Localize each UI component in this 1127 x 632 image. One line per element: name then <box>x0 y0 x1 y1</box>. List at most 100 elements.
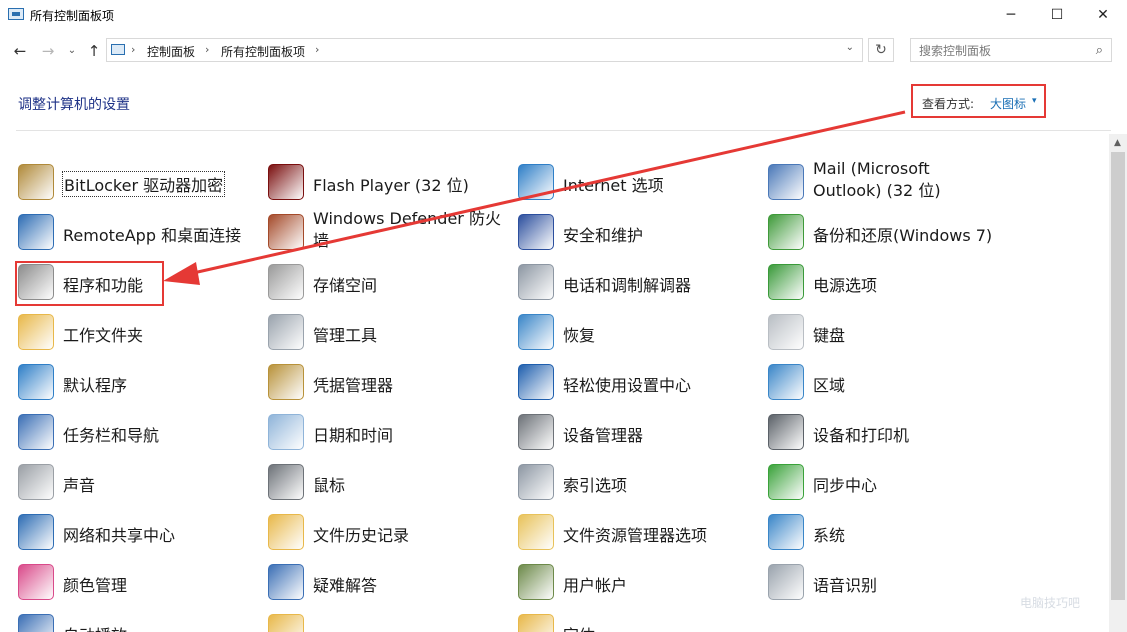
item-label: 文件资源管理器选项 <box>563 526 708 545</box>
breadcrumb-control-panel[interactable]: 控制面板 <box>147 43 195 60</box>
breadcrumb-all-items[interactable]: 所有控制面板项 <box>221 43 305 60</box>
control-panel-item[interactable]: 凭据管理器 <box>268 358 508 406</box>
item-label: 设备管理器 <box>563 426 644 445</box>
control-panel-item[interactable]: 文件历史记录 <box>268 508 508 556</box>
scrollbar-thumb[interactable] <box>1111 152 1125 600</box>
vertical-scrollbar[interactable]: ▲ <box>1109 134 1127 632</box>
control-panel-item[interactable]: 安全和维护 <box>518 208 758 256</box>
control-panel-item[interactable]: 工作文件夹 <box>18 308 258 356</box>
breadcrumb-separator: › <box>205 43 210 56</box>
control-panel-item[interactable]: 索引选项 <box>518 458 758 506</box>
mail-icon <box>768 164 804 200</box>
control-panel-icon <box>111 44 125 55</box>
control-panel-item[interactable]: Mail (Microsoft Outlook) (32 位) <box>768 158 1008 206</box>
item-label: 恢复 <box>563 326 596 345</box>
control-panel-item[interactable]: 自动播放 <box>18 608 258 632</box>
divider <box>16 130 1111 131</box>
control-panel-item[interactable]: 设备管理器 <box>518 408 758 456</box>
generic-folder-icon <box>268 614 304 632</box>
recent-locations-button[interactable]: ⌄ <box>62 42 82 60</box>
system-icon <box>768 514 804 550</box>
control-panel-item[interactable]: 系统 <box>768 508 1008 556</box>
control-panel-item[interactable]: 用户帐户 <box>518 558 758 606</box>
item-label: 用户帐户 <box>563 576 628 595</box>
control-panel-item[interactable]: 同步中心 <box>768 458 1008 506</box>
sound-icon <box>18 464 54 500</box>
close-button[interactable]: ✕ <box>1080 0 1126 30</box>
date-time-icon <box>268 414 304 450</box>
address-bar[interactable]: › 控制面板 › 所有控制面板项 › ⌄ <box>106 38 863 62</box>
item-label: 备份和还原(Windows 7) <box>813 226 993 245</box>
control-panel-item[interactable]: BitLocker 驱动器加密 <box>18 158 258 206</box>
mouse-icon <box>268 464 304 500</box>
control-panel-item[interactable]: 设备和打印机 <box>768 408 1008 456</box>
control-panel-item[interactable]: 备份和还原(Windows 7) <box>768 208 1008 256</box>
control-panel-item[interactable]: 声音 <box>18 458 258 506</box>
control-panel-item[interactable]: 默认程序 <box>18 358 258 406</box>
control-panel-item[interactable]: 轻松使用设置中心 <box>518 358 758 406</box>
up-button[interactable]: ↑ <box>84 42 104 60</box>
control-panel-item[interactable]: 键盘 <box>768 308 1008 356</box>
phone-modem-icon <box>518 264 554 300</box>
search-icon[interactable]: ⌕ <box>1096 43 1103 58</box>
control-panel-item[interactable]: 电源选项 <box>768 258 1008 306</box>
item-label: 疑难解答 <box>313 576 378 595</box>
control-panel-item[interactable]: 语音识别 <box>768 558 1008 606</box>
control-panel-item[interactable]: 颜色管理 <box>18 558 258 606</box>
flash-player-icon <box>268 164 304 200</box>
search-box[interactable]: ⌕ <box>910 38 1112 62</box>
breadcrumb-separator: › <box>315 43 320 56</box>
minimize-button[interactable]: ─ <box>988 0 1034 30</box>
bitlocker-icon <box>18 164 54 200</box>
user-accounts-icon <box>518 564 554 600</box>
back-button[interactable]: ← <box>10 42 30 60</box>
control-panel-icon <box>8 8 24 20</box>
watermark: 电脑技巧吧 <box>1020 596 1081 610</box>
control-panel-item[interactable]: 任务栏和导航 <box>18 408 258 456</box>
control-panel-item[interactable]: 电话和调制解调器 <box>518 258 758 306</box>
control-panel-item[interactable]: 网络和共享中心 <box>18 508 258 556</box>
control-panel-item[interactable]: 区域 <box>768 358 1008 406</box>
fonts-icon <box>518 614 554 632</box>
control-panel-item[interactable]: 存储空间 <box>268 258 508 306</box>
control-panel-item[interactable]: 日期和时间 <box>268 408 508 456</box>
control-panel-item[interactable] <box>268 608 508 632</box>
view-by-control: 查看方式: 大图标 ▾ <box>911 84 1046 118</box>
remoteapp-icon <box>18 214 54 250</box>
keyboard-icon <box>768 314 804 350</box>
devices-printers-icon <box>768 414 804 450</box>
item-label: 管理工具 <box>313 326 378 345</box>
forward-button[interactable]: → <box>38 42 58 60</box>
control-panel-item[interactable] <box>768 608 1008 632</box>
control-panel-item[interactable]: 鼠标 <box>268 458 508 506</box>
item-label: 日期和时间 <box>313 426 394 445</box>
control-panel-item[interactable]: 疑难解答 <box>268 558 508 606</box>
item-label: 索引选项 <box>563 476 628 495</box>
control-panel-item[interactable]: Flash Player (32 位) <box>268 158 508 206</box>
control-panel-item[interactable]: 管理工具 <box>268 308 508 356</box>
item-label: 字体 <box>563 622 595 632</box>
control-panel-item[interactable]: 恢复 <box>518 308 758 356</box>
region-icon <box>768 364 804 400</box>
item-label: 键盘 <box>813 326 846 345</box>
control-panel-item[interactable]: Internet 选项 <box>518 158 758 206</box>
scroll-up-icon[interactable]: ▲ <box>1114 138 1121 148</box>
taskbar-icon <box>18 414 54 450</box>
item-label: 轻松使用设置中心 <box>563 376 692 395</box>
item-label: 安全和维护 <box>563 226 644 245</box>
control-panel-item[interactable]: RemoteApp 和桌面连接 <box>18 208 258 256</box>
view-by-dropdown[interactable]: 大图标 <box>990 95 1026 112</box>
refresh-button[interactable]: ↻ <box>868 38 894 62</box>
item-label: 语音识别 <box>813 576 878 595</box>
item-label: 存储空间 <box>313 276 378 295</box>
control-panel-item[interactable]: 文件资源管理器选项 <box>518 508 758 556</box>
maximize-button[interactable]: ☐ <box>1034 0 1080 30</box>
control-panel-item[interactable]: 字体 <box>518 608 758 632</box>
chevron-down-icon[interactable]: ▾ <box>1032 96 1037 106</box>
item-label: 颜色管理 <box>63 576 128 595</box>
recovery-icon <box>518 314 554 350</box>
control-panel-item[interactable]: Windows Defender 防火墙 <box>268 208 508 256</box>
address-dropdown-icon[interactable]: ⌄ <box>846 42 854 53</box>
search-input[interactable] <box>917 42 1081 60</box>
firewall-icon <box>268 214 304 250</box>
